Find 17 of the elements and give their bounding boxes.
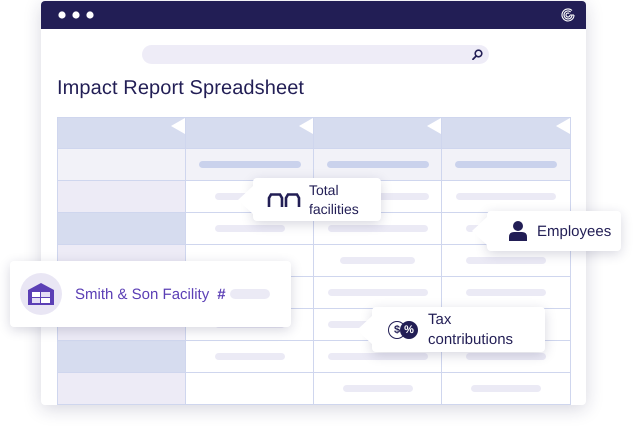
triangle-icon	[427, 118, 441, 134]
triangle-icon	[171, 118, 185, 134]
buildings-icon	[267, 192, 301, 206]
warehouse-icon	[20, 273, 62, 315]
search-icon	[472, 49, 483, 60]
triangle-icon	[299, 118, 313, 134]
callout-label: Employees	[537, 222, 612, 240]
placeholder-bar	[214, 225, 284, 232]
triangle-icon	[556, 118, 570, 134]
window-dots-icon	[58, 11, 94, 19]
callout-label: Tax contributions	[428, 310, 514, 349]
callout-label: Total facilities	[309, 181, 360, 218]
spiral-logo-icon	[561, 8, 575, 22]
page-title: Impact Report Spreadsheet	[57, 77, 306, 100]
hash-sign: #	[217, 286, 226, 302]
search-field[interactable]	[142, 45, 489, 64]
facility-name: Smith & Son Facility	[75, 286, 210, 302]
